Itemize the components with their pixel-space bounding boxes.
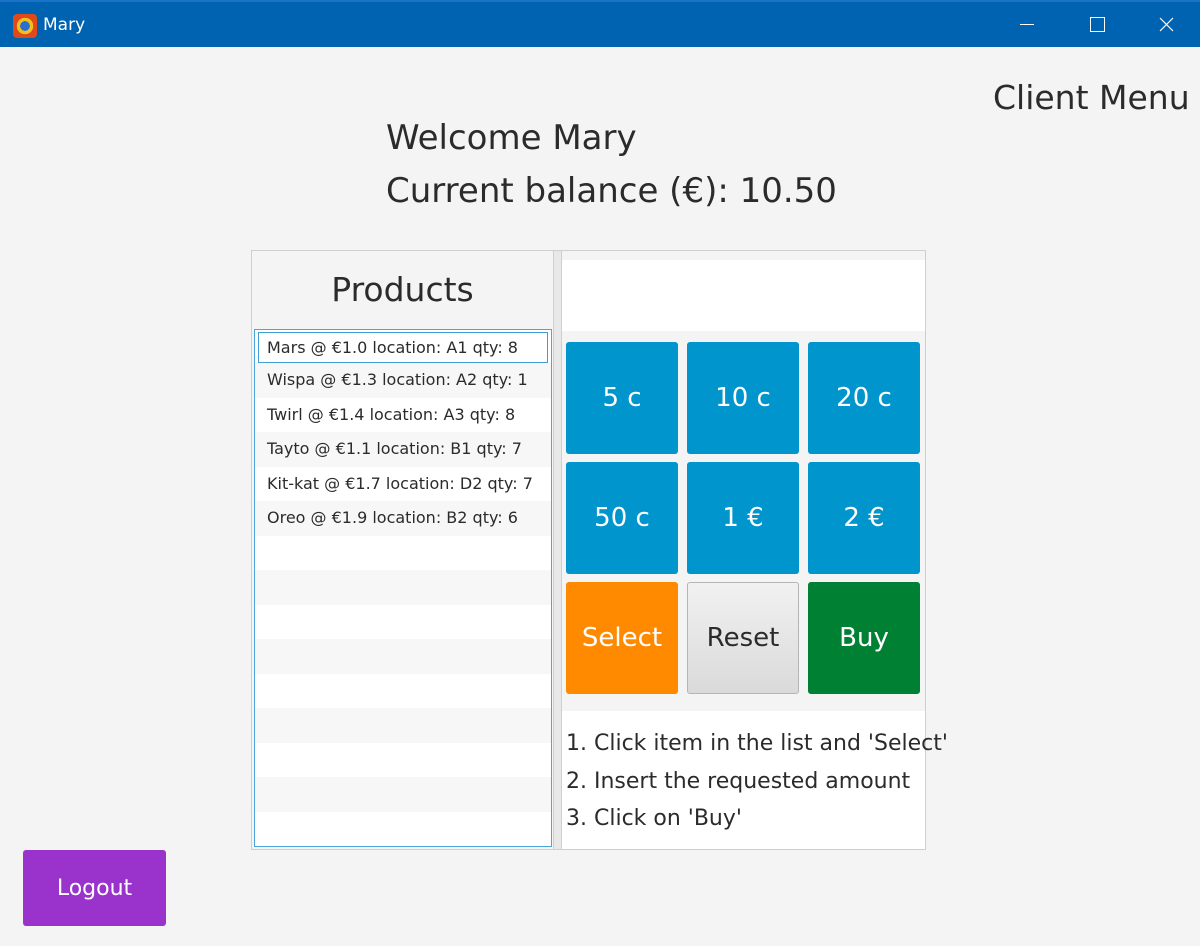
instruction-line: 1. Click item in the list and 'Select' bbox=[566, 731, 948, 756]
product-item[interactable]: Twirl @ €1.4 location: A3 qty: 8 bbox=[255, 398, 551, 433]
minimize-icon bbox=[1020, 24, 1034, 25]
empty-row bbox=[255, 812, 551, 847]
maximize-icon bbox=[1089, 17, 1105, 32]
vending-panel: Products Mars @ €1.0 location: A1 qty: 8… bbox=[251, 250, 948, 850]
buy-button[interactable]: Buy bbox=[808, 582, 920, 694]
balance-text: Current balance (€): 10.50 bbox=[386, 171, 837, 211]
empty-row bbox=[255, 743, 551, 778]
logout-button[interactable]: Logout bbox=[23, 850, 166, 926]
coin-50c-button[interactable]: 50 c bbox=[566, 462, 678, 574]
empty-row bbox=[255, 605, 551, 640]
app-icon bbox=[13, 14, 37, 38]
select-button[interactable]: Select bbox=[566, 582, 678, 694]
product-item[interactable]: Oreo @ €1.9 location: B2 qty: 6 bbox=[255, 501, 551, 536]
empty-row bbox=[255, 708, 551, 743]
coin-1eur-button[interactable]: 1 € bbox=[687, 462, 799, 574]
product-item[interactable]: Tayto @ €1.1 location: B1 qty: 7 bbox=[255, 432, 551, 467]
product-list[interactable]: Mars @ €1.0 location: A1 qty: 8 Wispa @ … bbox=[254, 329, 552, 847]
product-item[interactable]: Wispa @ €1.3 location: A2 qty: 1 bbox=[255, 363, 551, 398]
empty-row bbox=[255, 777, 551, 812]
welcome-text: Welcome Mary bbox=[386, 118, 637, 158]
close-icon bbox=[1159, 17, 1173, 32]
minimize-button[interactable] bbox=[992, 2, 1062, 47]
window-title: Mary bbox=[43, 15, 86, 35]
instructions: 1. Click item in the list and 'Select' 2… bbox=[562, 711, 948, 849]
empty-row bbox=[255, 570, 551, 605]
close-button[interactable] bbox=[1131, 2, 1200, 47]
empty-row bbox=[255, 536, 551, 571]
coin-20c-button[interactable]: 20 c bbox=[808, 342, 920, 454]
split-divider[interactable] bbox=[553, 251, 562, 849]
coin-10c-button[interactable]: 10 c bbox=[687, 342, 799, 454]
product-item[interactable]: Kit-kat @ €1.7 location: D2 qty: 7 bbox=[255, 467, 551, 502]
empty-row bbox=[255, 639, 551, 674]
coin-5c-button[interactable]: 5 c bbox=[566, 342, 678, 454]
products-title: Products bbox=[331, 269, 474, 309]
instruction-line: 2. Insert the requested amount bbox=[566, 768, 911, 794]
coin-2eur-button[interactable]: 2 € bbox=[808, 462, 920, 574]
amount-display bbox=[562, 260, 925, 331]
product-item[interactable]: Mars @ €1.0 location: A1 qty: 8 bbox=[258, 332, 548, 363]
title-bar[interactable]: Mary bbox=[0, 0, 1200, 47]
machine-controls: 5 c 10 c 20 c 50 c 1 € 2 € Select Reset … bbox=[562, 251, 948, 849]
instruction-line: 3. Click on 'Buy' bbox=[566, 806, 742, 831]
reset-button[interactable]: Reset bbox=[687, 582, 799, 694]
empty-row bbox=[255, 674, 551, 709]
menu-title: Client Menu bbox=[993, 78, 1190, 117]
maximize-button[interactable] bbox=[1062, 2, 1132, 47]
